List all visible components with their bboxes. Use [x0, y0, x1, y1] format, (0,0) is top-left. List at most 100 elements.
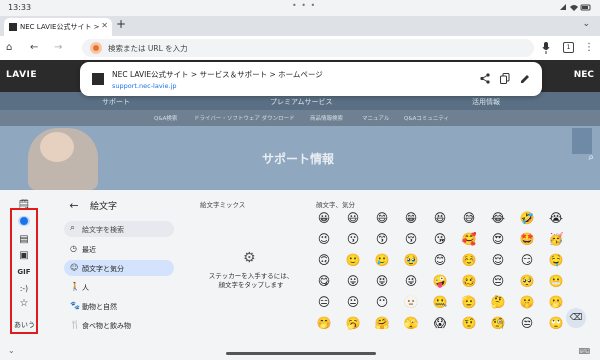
chat-button[interactable]	[572, 128, 592, 154]
emoji-key[interactable]: 😚	[403, 231, 419, 247]
nav-item-tips[interactable]: 活用情報	[472, 97, 500, 107]
ime-switch-button[interactable]: あいう	[14, 320, 35, 330]
category-food[interactable]: 🍴 食べ物と飲み物	[64, 317, 174, 333]
emoji-key[interactable]: 🫥	[403, 294, 419, 310]
close-tab-icon[interactable]: ✕	[101, 21, 108, 30]
mic-icon[interactable]	[542, 42, 550, 54]
emoji-key[interactable]: 🤨	[461, 315, 477, 331]
emoji-key[interactable]: 😭	[548, 210, 564, 226]
emoji-key[interactable]: 🤣	[519, 210, 535, 226]
emoji-key[interactable]: 😋	[316, 273, 332, 289]
emoji-key[interactable]: 🤫	[519, 294, 535, 310]
backspace-button[interactable]: ⌫	[566, 308, 586, 328]
nec-logo[interactable]: NEC	[574, 70, 594, 80]
emoji-key[interactable]: 😒	[519, 315, 535, 331]
emoji-key[interactable]: 🙄	[548, 315, 564, 331]
emoji-key[interactable]: 😗	[345, 231, 361, 247]
subnav-community[interactable]: Q&Aコミュニティ	[404, 114, 449, 122]
emoji-key[interactable]: 😝	[374, 273, 390, 289]
nav-item-premium[interactable]: プレミアムサービス	[270, 97, 333, 107]
lavie-logo[interactable]: LAVIE	[6, 70, 37, 80]
emoji-key[interactable]: 🫢	[548, 294, 564, 310]
emoji-key[interactable]: 🥺	[519, 273, 535, 289]
back-icon[interactable]: ←	[30, 41, 38, 55]
emoji-key[interactable]: 😀	[316, 210, 332, 226]
signal-icon	[560, 4, 566, 10]
omnibox-suggestion-popup[interactable]: NEC LAVIE公式サイト > サービス＆サポート > ホームページ supp…	[80, 62, 542, 96]
subnav-qa[interactable]: Q&A検索	[154, 114, 177, 122]
subnav-manual[interactable]: マニュアル	[362, 114, 389, 122]
emoji-key[interactable]: 😘	[432, 231, 448, 247]
emoji-key[interactable]: 😅	[461, 210, 477, 226]
subnav-product[interactable]: 商品情報検索	[310, 114, 343, 122]
emoji-key[interactable]: 🤗	[374, 315, 390, 331]
emoji-key[interactable]: 🤐	[432, 294, 448, 310]
subnav-driver[interactable]: ドライバー・ソフトウェア ダウンロード	[194, 114, 295, 122]
emoji-key[interactable]: 🤭	[316, 315, 332, 331]
site-subnav: Q&A検索 ドライバー・ソフトウェア ダウンロード 商品情報検索 マニュアル Q…	[0, 110, 600, 126]
emoji-key[interactable]: 😙	[374, 231, 390, 247]
back-arrow-icon[interactable]: ←	[66, 198, 82, 214]
emoji-key[interactable]: 😆	[432, 210, 448, 226]
new-tab-button[interactable]: +	[116, 17, 126, 31]
emoji-key[interactable]: 😐	[345, 294, 361, 310]
emoji-search-input[interactable]: ⌕ 絵文字を検索	[64, 221, 174, 237]
emoji-key[interactable]: ☺️	[461, 252, 477, 268]
tab-switcher-button[interactable]: 1	[563, 42, 574, 53]
category-people[interactable]: 🚶 人	[64, 279, 174, 295]
tab-nec-lavie[interactable]: NEC LAVIE公式サイト > サ ✕	[4, 18, 112, 36]
menu-icon[interactable]: ⋮	[584, 41, 594, 55]
emoji-key[interactable]: 🫡	[461, 294, 477, 310]
status-bar: 13:33 • • •	[0, 0, 600, 16]
emoji-key[interactable]: 😍	[490, 231, 506, 247]
collapse-keyboard-icon[interactable]: ⌄	[8, 346, 15, 355]
emoji-key[interactable]: 🧐	[490, 315, 506, 331]
emoji-key[interactable]: 😉	[316, 231, 332, 247]
search-icon: ⌕	[70, 223, 76, 233]
emoji-key[interactable]: 🙂	[345, 252, 361, 268]
emoji-key[interactable]: 🥱	[345, 315, 361, 331]
emoji-key[interactable]: 😁	[403, 210, 419, 226]
emoji-key[interactable]: 😌	[490, 252, 506, 268]
emoji-key[interactable]: 😬	[548, 273, 564, 289]
nav-item-support[interactable]: サポート	[102, 97, 130, 107]
emoji-key[interactable]: 🤪	[432, 273, 448, 289]
tab-strip: NEC LAVIE公式サイト > サ ✕ + ⌄	[0, 16, 600, 36]
emoji-key[interactable]: 🥰	[461, 231, 477, 247]
emoji-key[interactable]: 😜	[403, 273, 419, 289]
emoji-key[interactable]: 😑	[316, 294, 332, 310]
emoji-key[interactable]: 😊	[432, 252, 448, 268]
site-search-icon[interactable]: ⌕	[588, 152, 594, 163]
copy-icon[interactable]	[500, 73, 510, 84]
emoji-key[interactable]: 🥳	[548, 231, 564, 247]
edit-icon[interactable]	[520, 73, 530, 84]
emoji-key[interactable]: 😏	[519, 252, 535, 268]
forward-icon[interactable]: →	[54, 41, 62, 55]
emoji-key[interactable]: 🥹	[403, 252, 419, 268]
emoji-key[interactable]: 🫣	[403, 315, 419, 331]
emoji-key[interactable]: 😔	[490, 273, 506, 289]
multitask-dots[interactable]: • • •	[292, 1, 316, 10]
emoji-key[interactable]: 🥲	[374, 252, 390, 268]
category-recent[interactable]: ◷ 最近	[64, 241, 174, 257]
emoji-key[interactable]: 🤩	[519, 231, 535, 247]
emoji-key[interactable]: 🥴	[461, 273, 477, 289]
home-handle[interactable]	[226, 352, 376, 355]
emoji-key[interactable]: 😶	[374, 294, 390, 310]
emoji-key[interactable]: 🤔	[490, 294, 506, 310]
site-info-icon[interactable]	[90, 42, 102, 54]
home-icon[interactable]: ⌂	[6, 41, 12, 55]
omnibox[interactable]: 検索または URL を入力	[82, 39, 534, 57]
emoji-key[interactable]: 😂	[490, 210, 506, 226]
emoji-key[interactable]: 😱	[432, 315, 448, 331]
emoji-key[interactable]: 🙃	[316, 252, 332, 268]
tab-overview-icon[interactable]: ⌄	[582, 19, 590, 29]
category-animals[interactable]: 🐾 動物と自然	[64, 298, 174, 314]
emoji-key[interactable]: 😄	[374, 210, 390, 226]
emoji-key[interactable]: 😃	[345, 210, 361, 226]
share-icon[interactable]	[480, 73, 490, 84]
emoji-key[interactable]: 😛	[345, 273, 361, 289]
category-smileys[interactable]: ☺ 顔文字と気分	[64, 260, 174, 276]
emoji-key[interactable]: 🤤	[548, 252, 564, 268]
keyboard-switch-icon[interactable]: ⌨	[578, 347, 590, 356]
